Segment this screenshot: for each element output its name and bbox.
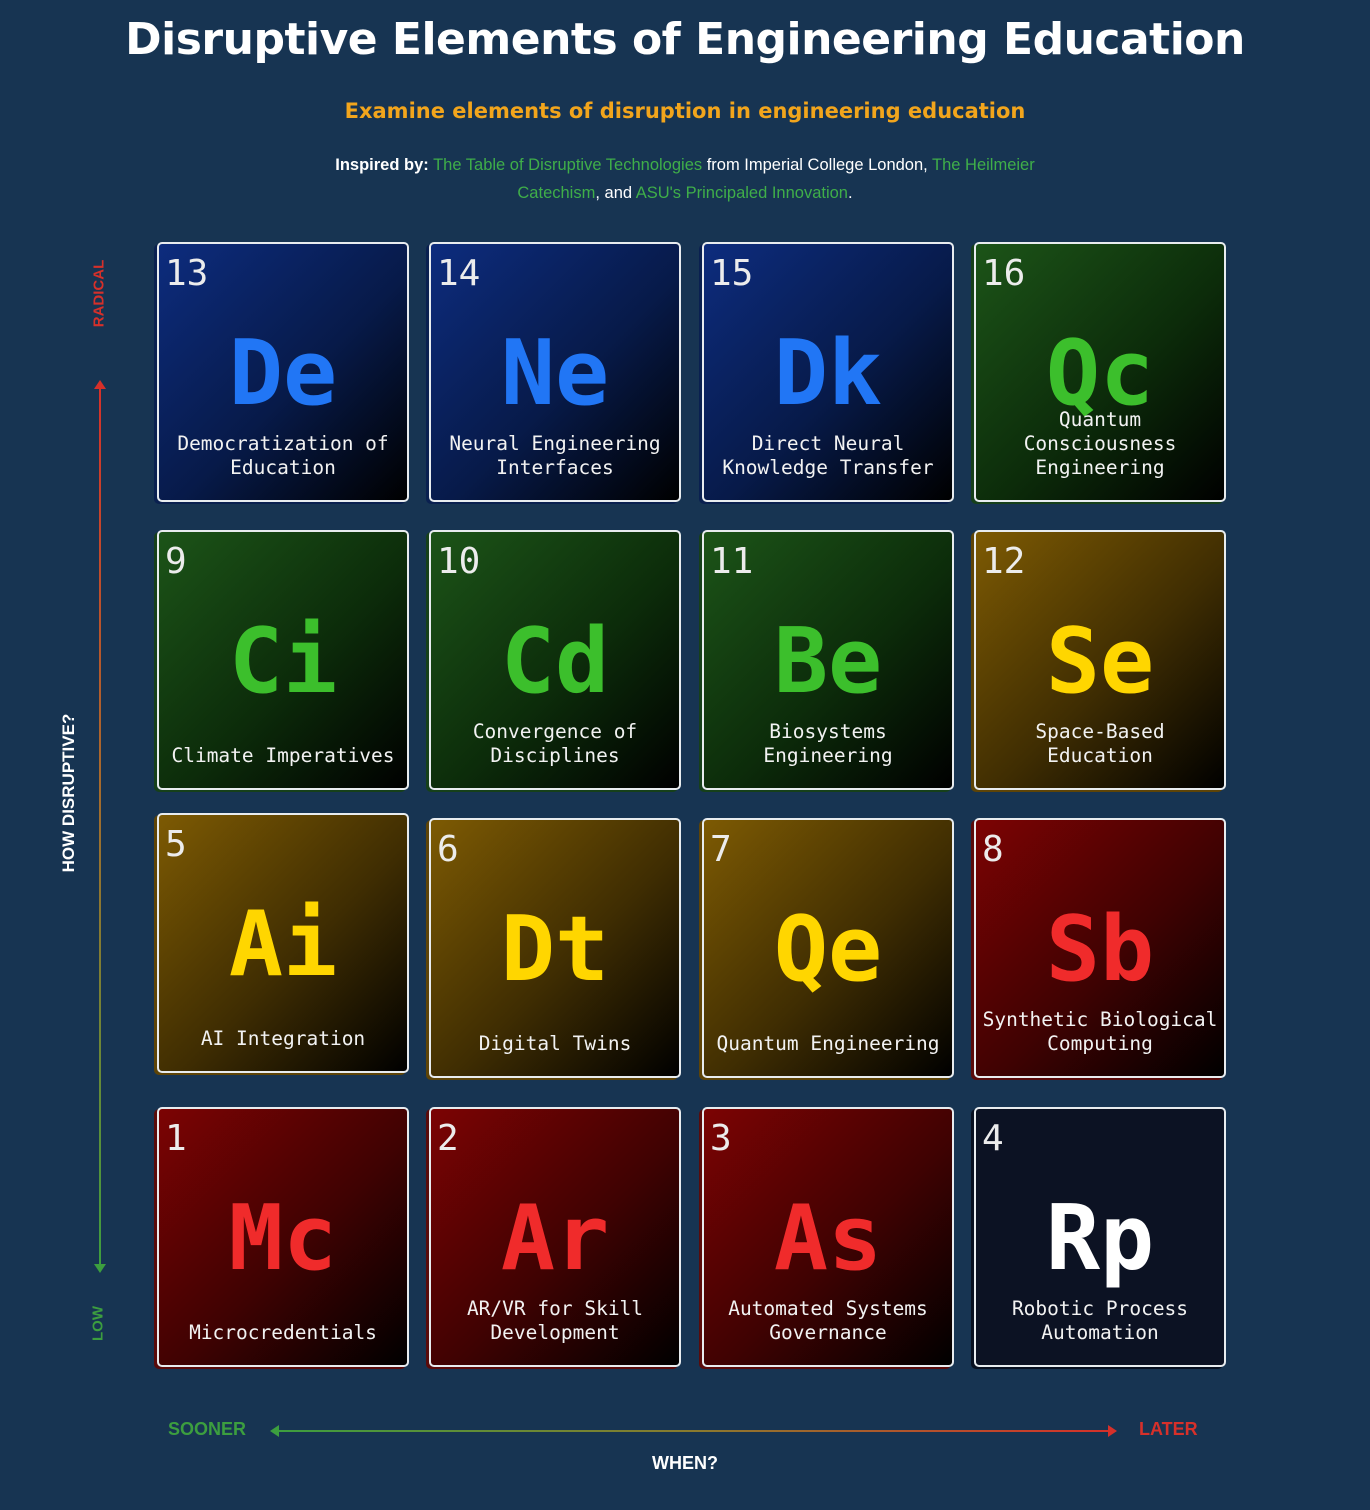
element-symbol: Cd bbox=[500, 609, 610, 714]
link-asu-principled-innovation[interactable]: ASU's Principaled Innovation bbox=[636, 184, 848, 202]
x-axis-arrow-right-icon bbox=[1108, 1425, 1117, 1437]
element-tile[interactable]: 8 Sb Synthetic Biological Computing bbox=[974, 818, 1226, 1078]
element-symbol: Dk bbox=[773, 321, 883, 426]
credit-text-2: , and bbox=[595, 184, 636, 202]
inspired-label: Inspired by: bbox=[335, 156, 429, 174]
element-number: 1 bbox=[165, 1118, 187, 1159]
element-name: Synthetic Biological Computing bbox=[982, 1008, 1218, 1055]
element-tile[interactable]: 13 De Democratization of Education bbox=[157, 242, 409, 502]
element-number: 8 bbox=[982, 829, 1004, 870]
element-number: 11 bbox=[710, 541, 754, 582]
element-symbol: Ar bbox=[500, 1186, 610, 1291]
page-subtitle: Examine elements of disruption in engine… bbox=[344, 99, 1026, 123]
element-name: Democratization of Education bbox=[177, 432, 389, 479]
element-number: 12 bbox=[982, 541, 1026, 582]
element-symbol: Ci bbox=[228, 609, 338, 714]
element-name: Climate Imperatives bbox=[171, 744, 395, 767]
element-tile[interactable]: 1 Mc Microcredentials bbox=[157, 1107, 409, 1367]
page-title: Disruptive Elements of Engineering Educa… bbox=[125, 14, 1245, 65]
y-axis-arrow-down-icon bbox=[94, 1264, 106, 1273]
element-name: Space-Based Education bbox=[1035, 720, 1165, 767]
y-axis-bottom-label: LOW bbox=[89, 1306, 107, 1341]
element-name: Convergence of Disciplines bbox=[472, 720, 638, 767]
element-symbol: Ai bbox=[228, 892, 338, 997]
element-tile[interactable]: 12 Se Space-Based Education bbox=[974, 530, 1226, 790]
link-table-of-disruptive-technologies[interactable]: The Table of Disruptive Technologies bbox=[433, 156, 702, 174]
y-axis-title: HOW DISRUPTIVE? bbox=[59, 713, 78, 873]
x-axis-right-label: LATER bbox=[1139, 1419, 1198, 1439]
element-number: 2 bbox=[437, 1118, 459, 1159]
element-tile[interactable]: 4 Rp Robotic Process Automation bbox=[974, 1107, 1226, 1367]
element-name: AR/VR for Skill Development bbox=[466, 1297, 644, 1344]
element-symbol: De bbox=[228, 321, 338, 426]
y-axis-line bbox=[99, 382, 101, 1270]
element-number: 4 bbox=[982, 1118, 1004, 1159]
element-tile[interactable]: 6 Dt Digital Twins bbox=[429, 818, 681, 1078]
element-number: 9 bbox=[165, 541, 187, 582]
element-tile[interactable]: 2 Ar AR/VR for Skill Development bbox=[429, 1107, 681, 1367]
element-symbol: Be bbox=[773, 609, 883, 714]
inspiration-credits: Inspired by: The Table of Disruptive Tec… bbox=[295, 151, 1075, 207]
element-symbol: Rp bbox=[1045, 1186, 1155, 1291]
element-tile[interactable]: 7 Qe Quantum Engineering bbox=[702, 818, 954, 1078]
element-number: 10 bbox=[437, 541, 481, 582]
element-number: 7 bbox=[710, 829, 732, 870]
x-axis-left-label: SOONER bbox=[168, 1419, 247, 1439]
element-symbol: Sb bbox=[1045, 897, 1155, 1002]
element-name: Quantum Engineering bbox=[716, 1032, 940, 1055]
element-name: Digital Twins bbox=[478, 1032, 632, 1055]
x-axis-title: WHEN? bbox=[652, 1453, 718, 1473]
element-symbol: Dt bbox=[500, 897, 610, 1002]
element-name: Biosystems Engineering bbox=[763, 720, 893, 767]
element-name: Neural Engineering Interfaces bbox=[449, 432, 661, 479]
x-axis-line bbox=[276, 1430, 1114, 1432]
y-axis-top-label: RADICAL bbox=[90, 259, 108, 328]
element-tile[interactable]: 15 Dk Direct Neural Knowledge Transfer bbox=[702, 242, 954, 502]
element-name: Direct Neural Knowledge Transfer bbox=[722, 432, 934, 479]
element-tile[interactable]: 3 As Automated Systems Governance bbox=[702, 1107, 954, 1367]
element-tile[interactable]: 14 Ne Neural Engineering Interfaces bbox=[429, 242, 681, 502]
element-name: Microcredentials bbox=[189, 1321, 377, 1344]
element-number: 16 bbox=[982, 253, 1026, 294]
element-number: 5 bbox=[165, 824, 187, 865]
element-number: 3 bbox=[710, 1118, 732, 1159]
element-symbol: Ne bbox=[500, 321, 610, 426]
element-tile[interactable]: 16 Qc Quantum Consciousness Engineering bbox=[974, 242, 1226, 502]
element-name: Robotic Process Automation bbox=[1011, 1297, 1189, 1344]
element-name: Automated Systems Governance bbox=[728, 1297, 928, 1344]
element-name: AI Integration bbox=[200, 1027, 366, 1050]
element-tile[interactable]: 10 Cd Convergence of Disciplines bbox=[429, 530, 681, 790]
element-tile[interactable]: 9 Ci Climate Imperatives bbox=[157, 530, 409, 790]
element-number: 13 bbox=[165, 253, 209, 294]
element-name: Quantum Consciousness Engineering bbox=[1023, 408, 1177, 479]
element-symbol: As bbox=[773, 1186, 883, 1291]
element-tile[interactable]: 5 Ai AI Integration bbox=[157, 813, 409, 1073]
element-number: 14 bbox=[437, 253, 481, 294]
element-symbol: Se bbox=[1045, 609, 1155, 714]
credit-text-3: . bbox=[848, 184, 853, 202]
element-symbol: Mc bbox=[228, 1186, 338, 1291]
element-symbol: Qe bbox=[773, 897, 883, 1002]
element-number: 6 bbox=[437, 829, 459, 870]
element-tile[interactable]: 11 Be Biosystems Engineering bbox=[702, 530, 954, 790]
element-number: 15 bbox=[710, 253, 754, 294]
credit-text-1: from Imperial College London, bbox=[702, 156, 933, 174]
